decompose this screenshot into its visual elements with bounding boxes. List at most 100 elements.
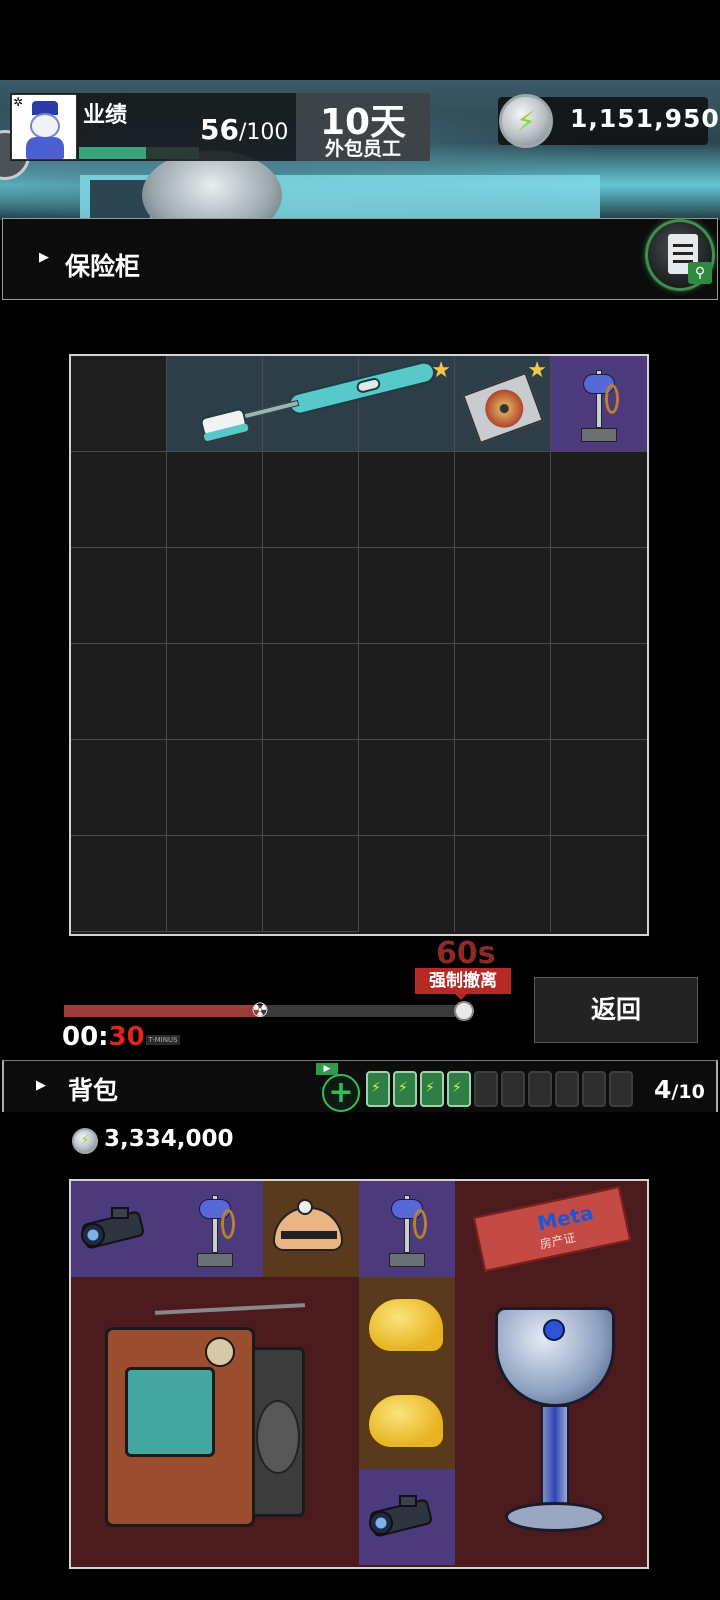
lemon-icon xyxy=(367,1297,445,1353)
goblet-icon xyxy=(485,1307,625,1557)
sword-trophy-item[interactable] xyxy=(359,1181,455,1277)
battery-empty-icon xyxy=(555,1071,579,1107)
safe-cell[interactable] xyxy=(71,452,167,548)
safe-cell[interactable] xyxy=(167,836,263,932)
sword-trophy-icon xyxy=(577,362,621,448)
video-ad-icon: ▶ xyxy=(316,1063,338,1075)
safe-cell[interactable] xyxy=(71,740,167,836)
backpack-count-total: /10 xyxy=(671,1081,705,1103)
add-capacity-button[interactable]: + xyxy=(322,1074,360,1112)
safe-cell[interactable] xyxy=(71,644,167,740)
safe-cell[interactable] xyxy=(167,740,263,836)
timer-prefix: 00: xyxy=(62,1022,109,1052)
tminus-label: T-MINUS xyxy=(146,1035,180,1045)
scope-icon xyxy=(368,1495,443,1539)
safe-cell[interactable] xyxy=(71,548,167,644)
safe-cell[interactable] xyxy=(359,548,455,644)
avatar-body xyxy=(26,137,64,159)
safe-cell[interactable] xyxy=(167,452,263,548)
goblet-item[interactable] xyxy=(455,1277,647,1565)
safe-cell[interactable] xyxy=(71,836,167,932)
player-panel: ✲ 业绩 56/100 10天 外包员工 xyxy=(10,93,430,161)
lemon-item[interactable] xyxy=(359,1373,455,1469)
safe-cell[interactable] xyxy=(263,644,359,740)
battery-empty-icon xyxy=(474,1071,498,1107)
backpack-header[interactable]: ▶ 背包 ▶ + 4/10 xyxy=(2,1060,718,1112)
clipboard-search-button[interactable]: ⚲ xyxy=(645,219,715,291)
safe-cell[interactable] xyxy=(551,452,647,548)
back-button[interactable]: 返回 xyxy=(534,977,698,1043)
performance-max: /100 xyxy=(238,120,289,145)
sword-trophy-icon xyxy=(385,1187,429,1273)
safe-cell[interactable] xyxy=(263,452,359,548)
safe-cell[interactable] xyxy=(455,548,551,644)
backpack-value: 3,334,000 xyxy=(104,1126,234,1152)
property-deed-icon: Meta 房产证 xyxy=(472,1186,632,1272)
safe-cell[interactable] xyxy=(551,548,647,644)
employment-badge: 10天 外包员工 xyxy=(296,93,430,161)
safe-cell[interactable] xyxy=(455,644,551,740)
safe-cell[interactable] xyxy=(551,644,647,740)
energy-coin-icon: ⚡ xyxy=(72,1128,98,1154)
toothbrush-item[interactable]: ★ xyxy=(167,356,455,452)
property-deed-item[interactable]: Meta 房产证 xyxy=(455,1181,647,1277)
safe-cell[interactable] xyxy=(359,740,455,836)
performance-value: 56/100 xyxy=(200,113,288,146)
safe-cell[interactable] xyxy=(167,644,263,740)
gear-icon[interactable]: ✲ xyxy=(13,95,23,109)
scope-item[interactable] xyxy=(359,1469,455,1565)
safe-cell[interactable] xyxy=(455,452,551,548)
performance-bar-fill xyxy=(79,147,146,159)
avatar[interactable]: ✲ xyxy=(11,94,77,160)
evacuation-progress xyxy=(64,1005,260,1017)
scope-icon xyxy=(80,1207,155,1251)
evacuation-marker xyxy=(454,1001,474,1021)
safe-cell[interactable] xyxy=(551,740,647,836)
backpack-count-current: 4 xyxy=(654,1075,672,1104)
safe-cell[interactable] xyxy=(71,356,167,452)
background-shadow xyxy=(90,180,150,220)
performance-label: 业绩 xyxy=(83,103,128,128)
safe-cell[interactable] xyxy=(455,836,551,932)
sword-trophy-item[interactable] xyxy=(167,1181,263,1277)
timer-seconds: 30 xyxy=(108,1022,145,1052)
retro-tv-icon xyxy=(95,1303,325,1537)
safe-cell[interactable] xyxy=(359,452,455,548)
coin-balance: 1,151,950 xyxy=(570,104,720,133)
sword-trophy-icon xyxy=(193,1187,237,1273)
safe-cell[interactable] xyxy=(263,548,359,644)
battery-full-icon xyxy=(366,1071,390,1107)
retro-tv-item[interactable] xyxy=(71,1277,359,1565)
battery-empty-icon xyxy=(528,1071,552,1107)
battery-full-icon xyxy=(447,1071,471,1107)
evacuation-countdown: 60s xyxy=(436,936,496,971)
safe-cell[interactable] xyxy=(167,548,263,644)
lemon-item[interactable] xyxy=(359,1277,455,1373)
cd-item[interactable]: ★ xyxy=(455,356,551,452)
safe-cell[interactable] xyxy=(263,740,359,836)
radiation-icon: ☢ xyxy=(251,998,269,1022)
capacity-batteries xyxy=(366,1071,633,1107)
star-icon: ★ xyxy=(431,358,451,383)
toothbrush-icon xyxy=(192,356,444,448)
employee-role: 外包员工 xyxy=(324,138,401,160)
battery-empty-icon xyxy=(609,1071,633,1107)
battery-full-icon xyxy=(393,1071,417,1107)
backpack-title: 背包 xyxy=(68,1076,119,1105)
safe-cell[interactable] xyxy=(551,836,647,932)
safe-header[interactable]: ▶ 保险柜 ⚲ xyxy=(2,218,718,300)
safe-cell[interactable] xyxy=(455,740,551,836)
sword-trophy-item[interactable] xyxy=(551,356,647,452)
battery-empty-icon xyxy=(501,1071,525,1107)
scope-item[interactable] xyxy=(71,1181,167,1277)
bun-item[interactable] xyxy=(263,1181,359,1277)
expand-triangle-icon: ▶ xyxy=(36,1078,46,1093)
force-evacuate-label[interactable]: 强制撤离 xyxy=(415,968,511,1000)
expand-triangle-icon: ▶ xyxy=(39,250,49,265)
lemon-icon xyxy=(367,1393,445,1449)
safe-cell[interactable] xyxy=(359,836,455,932)
search-icon: ⚲ xyxy=(688,262,712,284)
safe-cell[interactable] xyxy=(359,644,455,740)
evacuation-timer: 00:30 xyxy=(62,1022,145,1052)
safe-cell[interactable] xyxy=(263,836,359,932)
